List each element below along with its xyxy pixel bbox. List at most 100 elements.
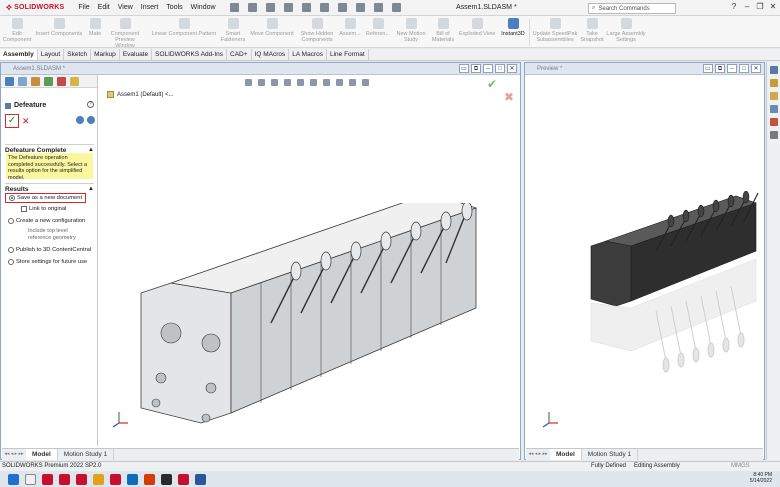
solidworks-resources-icon[interactable] bbox=[769, 66, 778, 74]
configuration-manager-icon[interactable] bbox=[31, 76, 40, 86]
tab-sketch[interactable]: Sketch bbox=[64, 49, 92, 60]
valve-assembly-model[interactable] bbox=[131, 203, 501, 443]
feature-tree-flyout[interactable]: Assem1 (Default) <... bbox=[107, 91, 174, 98]
option-publish-3d-contentcentral[interactable]: Publish to 3D ContentCentral bbox=[8, 247, 91, 253]
tab-layout[interactable]: Layout bbox=[38, 49, 65, 60]
confirmation-cancel-icon[interactable]: ✖ bbox=[504, 90, 514, 104]
restore-button[interactable]: ❐ bbox=[755, 2, 765, 12]
checkbox-link-to-original[interactable] bbox=[21, 206, 27, 212]
solidworks-pdm-icon[interactable] bbox=[59, 473, 70, 485]
confirmation-ok-icon[interactable]: ✔ bbox=[487, 77, 497, 91]
design-library-icon[interactable] bbox=[769, 79, 778, 87]
view-orientation-icon[interactable] bbox=[297, 79, 304, 86]
tab-cad-plus[interactable]: CAD+ bbox=[227, 49, 252, 60]
status-units[interactable]: MMGS bbox=[731, 462, 750, 471]
appearances-icon[interactable] bbox=[769, 118, 778, 126]
minimize-doc-button[interactable]: – bbox=[483, 64, 493, 73]
minimize-button[interactable]: – bbox=[742, 2, 752, 12]
file-explorer-icon[interactable] bbox=[769, 92, 778, 100]
solidworks-taskbar-icon[interactable] bbox=[42, 473, 53, 485]
tab-evaluate[interactable]: Evaluate bbox=[120, 49, 153, 60]
next-arrow-icon[interactable] bbox=[87, 116, 95, 124]
property-manager-icon[interactable] bbox=[18, 76, 27, 86]
tab-markup[interactable]: Markup bbox=[91, 49, 120, 60]
close-button[interactable]: ✕ bbox=[768, 2, 778, 12]
search-taskbar-icon[interactable] bbox=[25, 473, 36, 485]
preview-cascade-button[interactable]: ⧉ bbox=[715, 64, 725, 73]
rebuild-icon[interactable] bbox=[373, 3, 383, 12]
menu-view[interactable]: View bbox=[118, 4, 133, 11]
home-icon[interactable] bbox=[247, 3, 257, 12]
results-header[interactable]: Results ▲ bbox=[5, 183, 94, 193]
cam-icon[interactable] bbox=[70, 76, 79, 86]
print-icon[interactable] bbox=[319, 3, 329, 12]
new-icon[interactable] bbox=[265, 3, 275, 12]
option-create-configuration[interactable]: Create a new configuration bbox=[8, 218, 85, 224]
hide-show-icon[interactable] bbox=[323, 79, 330, 86]
help-icon[interactable]: ? bbox=[87, 101, 94, 108]
ribbon-smart-fasteners[interactable]: Smart Fasteners bbox=[220, 18, 246, 43]
radio-store-settings[interactable] bbox=[8, 259, 14, 265]
preview-tab-model[interactable]: Model bbox=[550, 449, 582, 460]
zoom-to-fit-icon[interactable] bbox=[245, 79, 252, 86]
appearance-icon[interactable] bbox=[336, 79, 343, 86]
section-view-icon[interactable] bbox=[284, 79, 291, 86]
tab-assembly[interactable]: Assembly bbox=[0, 49, 38, 60]
custom-properties-icon[interactable] bbox=[769, 131, 778, 139]
menu-tools[interactable]: Tools bbox=[166, 4, 182, 11]
ribbon-new-motion-study[interactable]: New Motion Study bbox=[394, 18, 428, 43]
dimxpert-icon[interactable] bbox=[44, 76, 53, 86]
tile-button[interactable]: ▭ bbox=[459, 64, 469, 73]
select-icon[interactable] bbox=[355, 3, 365, 12]
save-icon[interactable] bbox=[301, 3, 311, 12]
pin-icon[interactable] bbox=[229, 3, 239, 12]
preview-tab-motion-study-1[interactable]: Motion Study 1 bbox=[582, 449, 639, 460]
office-taskbar-icon[interactable] bbox=[144, 473, 155, 485]
tab-la-macros[interactable]: LA Macros bbox=[289, 49, 327, 60]
tab-model[interactable]: Model bbox=[26, 449, 58, 460]
options-gear-icon[interactable] bbox=[391, 3, 401, 12]
help-menu-icon[interactable]: ? bbox=[729, 2, 739, 12]
ribbon-linear-component-pattern[interactable]: Linear Component Pattern bbox=[147, 18, 221, 37]
feature-tree-icon[interactable] bbox=[5, 76, 14, 86]
preview-maximize-button[interactable]: □ bbox=[739, 64, 749, 73]
option-link-to-original[interactable]: Link to original bbox=[21, 206, 66, 212]
ribbon-insert-components[interactable]: Insert Components bbox=[35, 18, 83, 37]
undo-icon[interactable] bbox=[337, 3, 347, 12]
close-doc-button[interactable]: ✕ bbox=[507, 64, 517, 73]
previous-view-icon[interactable] bbox=[271, 79, 278, 86]
ribbon-take-snapshot[interactable]: Take Snapshot bbox=[580, 18, 604, 43]
solidworks-tool-icon[interactable] bbox=[76, 473, 87, 485]
solidworks-composer-icon[interactable] bbox=[178, 473, 189, 485]
option-store-settings[interactable]: Store settings for future use bbox=[8, 259, 87, 265]
maximize-doc-button[interactable]: □ bbox=[495, 64, 505, 73]
cascade-button[interactable]: ⧉ bbox=[471, 64, 481, 73]
back-arrow-icon[interactable] bbox=[76, 116, 84, 124]
preview-tab-scroll-arrows[interactable]: ◂◂ ◂ ▸ ▸▸ bbox=[526, 449, 550, 460]
tab-iq-macros[interactable]: IQ MAcros bbox=[252, 49, 290, 60]
ribbon-show-hidden-components[interactable]: Show Hidden Components bbox=[298, 18, 336, 43]
preview-close-button[interactable]: ✕ bbox=[751, 64, 761, 73]
radio-publish-3d-contentcentral[interactable] bbox=[8, 247, 14, 253]
view-palette-icon[interactable] bbox=[769, 105, 778, 113]
preview-tile-button[interactable]: ▭ bbox=[703, 64, 713, 73]
simplified-model-preview[interactable] bbox=[586, 191, 766, 391]
start-icon[interactable] bbox=[8, 473, 19, 485]
ribbon-assembly-features[interactable]: Assem... bbox=[337, 18, 363, 37]
solidworks-app-icon[interactable] bbox=[110, 473, 121, 485]
system-clock[interactable]: 8:40 PM 5/14/2022 bbox=[750, 472, 772, 484]
menu-window[interactable]: Window bbox=[191, 4, 216, 11]
ribbon-component-preview-window[interactable]: Component Preview Window bbox=[105, 18, 145, 49]
view-settings-icon[interactable] bbox=[362, 79, 369, 86]
ribbon-bill-of-materials[interactable]: Bill of Materials bbox=[430, 18, 456, 43]
ribbon-edit-component[interactable]: Edit Component bbox=[2, 18, 32, 43]
cancel-button[interactable]: ✕ bbox=[22, 116, 30, 127]
ribbon-reference-geometry[interactable]: Referen... bbox=[364, 18, 392, 37]
ribbon-update-speedpak[interactable]: Update SpeedPak Subassemblies bbox=[531, 18, 579, 43]
radio-save-new-document[interactable] bbox=[9, 195, 15, 201]
ribbon-large-assembly-settings[interactable]: Large Assembly Settings bbox=[606, 18, 646, 43]
open-icon[interactable] bbox=[283, 3, 293, 12]
ribbon-move-component[interactable]: Move Component bbox=[248, 18, 296, 37]
display-style-icon[interactable] bbox=[310, 79, 317, 86]
file-explorer-taskbar-icon[interactable] bbox=[93, 473, 104, 485]
